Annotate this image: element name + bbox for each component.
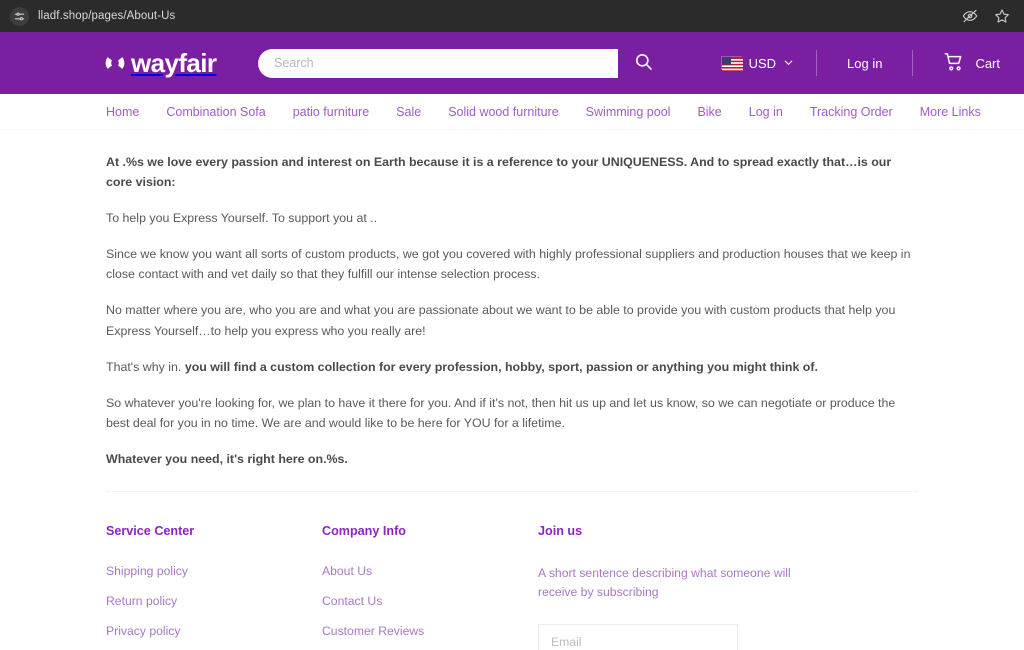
search-input[interactable] [258, 48, 618, 78]
footer-link-about-us[interactable]: About Us [322, 564, 538, 578]
footer-column-join-us: Join us A short sentence describing what… [538, 524, 798, 650]
nav-item-more-links[interactable]: More Links [920, 105, 981, 119]
paragraph-collection-emphasis: you will find a custom collection for ev… [184, 359, 818, 374]
login-link[interactable]: Log in [817, 56, 912, 71]
browser-chrome-bar: lladf.shop/pages/About-Us [0, 0, 1024, 32]
footer-link-customer-reviews[interactable]: Customer Reviews [322, 624, 538, 638]
search-area [258, 48, 660, 78]
search-button[interactable] [626, 49, 660, 78]
paragraph-support: To help you Express Yourself. To support… [106, 211, 378, 226]
footer-link-return-policy[interactable]: Return policy [106, 594, 322, 608]
nav-item-swimming-pool[interactable]: Swimming pool [586, 105, 671, 119]
site-header: wayfair USD [0, 32, 1024, 94]
footer-heading-company-info: Company Info [322, 524, 406, 539]
footer-link-shipping-policy[interactable]: Shipping policy [106, 564, 322, 578]
nav-item-home[interactable]: Home [106, 105, 139, 119]
newsletter-email-input[interactable] [538, 623, 738, 650]
eye-off-icon[interactable] [962, 8, 978, 24]
nav-item-tracking-order[interactable]: Tracking Order [810, 105, 893, 119]
footer-column-company-info: Company Info About Us Contact Us Custome… [322, 524, 538, 650]
paragraph-collection: That's why in. you will find a custom co… [106, 357, 918, 377]
footer-link-contact-us[interactable]: Contact Us [322, 594, 538, 608]
nav-item-sale[interactable]: Sale [396, 105, 421, 119]
currency-selector[interactable]: USD [699, 56, 816, 71]
nav-item-bike[interactable]: Bike [697, 105, 721, 119]
paragraph-deal: So whatever you're looking for, we plan … [106, 395, 896, 430]
cart-link[interactable]: Cart [913, 51, 1000, 76]
nav-item-solid-wood-furniture[interactable]: Solid wood furniture [448, 105, 558, 119]
footer-heading-join-us: Join us [538, 524, 583, 539]
us-flag-icon [720, 56, 743, 71]
nav-item-patio-furniture[interactable]: patio furniture [293, 105, 369, 119]
intro-headline: At .%s we love every passion and interes… [106, 155, 892, 190]
primary-nav: Home Combination Sofa patio furniture Sa… [0, 94, 1024, 130]
footer-column-service-center: Service Center Shipping policy Return po… [106, 524, 322, 650]
nav-item-log-in[interactable]: Log in [749, 105, 783, 119]
chrome-actions [962, 8, 1014, 24]
address-bar[interactable]: lladf.shop/pages/About-Us [10, 6, 962, 26]
star-icon[interactable] [994, 8, 1010, 24]
closing-line: Whatever you need, it's right here on.%s… [106, 451, 348, 466]
chevron-down-icon [783, 56, 794, 71]
wayfair-logo-mark-icon [104, 52, 126, 74]
header-right-actions: USD Log in Cart [699, 46, 1000, 80]
shopping-cart-icon [943, 51, 965, 76]
newsletter-description: A short sentence describing what someone… [538, 566, 791, 599]
search-icon [634, 52, 653, 74]
url-text: lladf.shop/pages/About-Us [38, 10, 176, 22]
about-us-content: At .%s we love every passion and interes… [0, 130, 1024, 469]
paragraph-collection-lead: That's why in. [106, 359, 185, 374]
currency-label: USD [748, 55, 777, 71]
site-logo[interactable]: wayfair [104, 50, 228, 76]
footer-link-privacy-policy[interactable]: Privacy policy [106, 624, 322, 638]
logo-text: wayfair [131, 48, 217, 78]
site-footer: Service Center Shipping policy Return po… [0, 492, 1024, 650]
sliders-icon[interactable] [10, 6, 29, 26]
cart-label: Cart [975, 55, 1000, 71]
nav-item-combination-sofa[interactable]: Combination Sofa [166, 105, 265, 119]
paragraph-custom-products: No matter where you are, who you are and… [106, 303, 896, 338]
paragraph-suppliers: Since we know you want all sorts of cust… [106, 247, 911, 282]
footer-heading-service-center: Service Center [106, 524, 195, 539]
